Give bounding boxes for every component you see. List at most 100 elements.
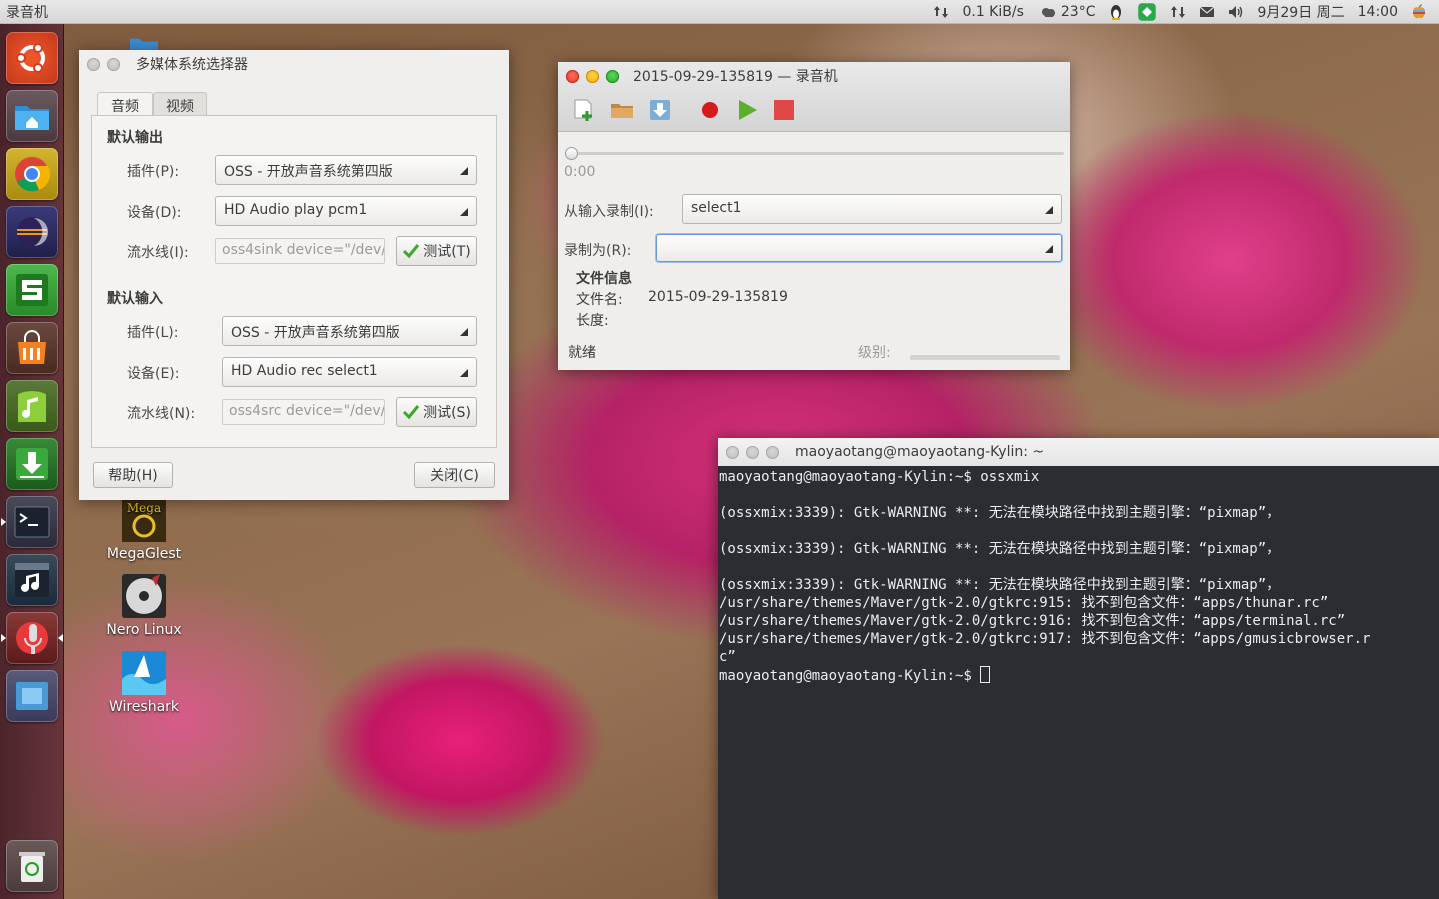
desktop-icon-megaglest[interactable]: Mega MegaGlest (94, 496, 194, 562)
workspace-switcher-icon[interactable] (6, 670, 58, 722)
system-tray: 0.1 KiB/s 23°C 9月29日 周二 14:00 (920, 0, 1439, 24)
window-title: 2015-09-29-135819 — 录音机 (633, 69, 838, 85)
position-slider[interactable] (565, 147, 1064, 160)
desktop-icon-wireshark[interactable]: Wireshark (94, 649, 194, 715)
combo-value: OSS - 开放声音系统第四版 (231, 325, 400, 341)
multimedia-selector-window: 多媒体系统选择器 音频 视频 默认输出 插件(P): OSS - 开放声音系统第… (79, 50, 509, 500)
close-button[interactable]: 关闭(C) (414, 462, 495, 488)
network-activity-icon[interactable] (933, 4, 949, 20)
minimize-icon[interactable] (746, 445, 759, 459)
input-source-label: 从输入录制(I): (564, 204, 654, 220)
dropdown-arrow-icon (460, 369, 468, 377)
desktop-icon-label: Wireshark (108, 699, 180, 715)
desktop-folder-icon[interactable] (94, 36, 194, 50)
test-output-button[interactable]: 测试(T) (396, 236, 477, 266)
date-display[interactable]: 9月29日 周二 (1257, 2, 1344, 22)
maximize-icon[interactable] (606, 69, 619, 83)
button-label: 测试(T) (423, 244, 471, 260)
input-plugin-combo[interactable]: OSS - 开放声音系统第四版 (222, 316, 477, 346)
volume-icon[interactable] (1228, 4, 1244, 20)
titlebar[interactable]: 多媒体系统选择器 (79, 50, 509, 78)
field-value: oss4src device="/dev/ (229, 403, 385, 419)
music-player-icon[interactable] (6, 380, 58, 432)
terminal-window: maoyaotang@maoyaotang-Kylin: ~ maoyaotan… (718, 438, 1439, 899)
microphone-icon[interactable] (6, 612, 58, 664)
level-label: 级别: (858, 345, 891, 361)
chrome-icon[interactable] (6, 148, 58, 200)
tab-label: 视频 (166, 99, 194, 115)
ubuntu-logo-icon[interactable] (6, 32, 58, 84)
titlebar[interactable]: 2015-09-29-135819 — 录音机 (558, 62, 1070, 90)
slider-thumb[interactable] (565, 147, 578, 160)
update-manager-icon[interactable] (1137, 2, 1157, 22)
terminal-line: /usr/share/themes/Maver/gtk-2.0/gtkrc:91… (719, 631, 1371, 647)
check-icon (403, 405, 420, 420)
close-icon[interactable] (87, 57, 100, 71)
software-center-icon[interactable] (6, 322, 58, 374)
maximize-icon[interactable] (766, 445, 779, 459)
button-label: 测试(S) (423, 405, 471, 421)
desktop-icon-label: MegaGlest (106, 546, 182, 562)
tab-video[interactable]: 视频 (153, 92, 207, 116)
input-source-combo[interactable]: select1 (682, 194, 1062, 224)
test-input-button[interactable]: 测试(S) (396, 397, 477, 427)
eclipse-icon[interactable] (6, 206, 58, 258)
output-device-combo[interactable]: HD Audio play pcm1 (215, 196, 477, 226)
unity-launcher (0, 24, 64, 899)
terminal-line: /usr/share/themes/Maver/gtk-2.0/gtkrc:91… (719, 595, 1329, 611)
input-pipeline-label: 流水线(N): (127, 406, 196, 422)
terminal-line: (ossxmix:3339): Gtk-WARNING **: 无法在模块路径中… (719, 541, 1281, 557)
input-pipeline-field[interactable]: oss4src device="/dev/ (222, 399, 385, 425)
terminal-prompt: maoyaotang@maoyaotang-Kylin:~$ (719, 668, 981, 684)
terminal-line: c” (719, 649, 736, 665)
new-file-icon[interactable] (572, 98, 596, 122)
minimize-icon[interactable] (107, 57, 120, 71)
record-as-combo[interactable] (656, 234, 1062, 262)
file-info-heading: 文件信息 (576, 271, 632, 287)
close-icon[interactable] (726, 445, 739, 459)
help-button[interactable]: 帮助(H) (93, 462, 173, 488)
terminal-prompt-line[interactable]: maoyaotang@maoyaotang-Kylin:~$ (718, 666, 1439, 685)
sublime-text-icon[interactable] (6, 264, 58, 316)
check-icon (403, 244, 420, 259)
trash-icon[interactable] (6, 840, 58, 892)
terminal-icon[interactable] (6, 496, 58, 548)
output-plugin-combo[interactable]: OSS - 开放声音系统第四版 (215, 155, 477, 185)
output-pipeline-field[interactable]: oss4sink device="/dev/ (215, 238, 385, 264)
stop-icon[interactable] (772, 98, 796, 122)
desktop-icon-nero-linux[interactable]: Nero Linux (94, 572, 194, 638)
button-label: 关闭(C) (430, 468, 479, 484)
close-icon[interactable] (566, 69, 579, 83)
button-label: 帮助(H) (108, 468, 158, 484)
clock-time[interactable]: 14:00 (1358, 4, 1398, 20)
network-speed[interactable]: 0.1 KiB/s (962, 4, 1023, 20)
combo-value: HD Audio play pcm1 (224, 202, 368, 218)
minimize-icon[interactable] (586, 69, 599, 83)
filename-value: 2015-09-29-135819 (648, 289, 788, 305)
open-folder-icon[interactable] (610, 98, 634, 122)
titlebar[interactable]: maoyaotang@maoyaotang-Kylin: ~ (718, 438, 1439, 466)
transfer-arrows-icon[interactable] (1170, 4, 1186, 20)
apple-session-icon[interactable] (1411, 4, 1427, 20)
input-device-combo[interactable]: HD Audio rec select1 (222, 357, 477, 387)
mail-icon[interactable] (1199, 4, 1215, 20)
terminal-text: maoyaotang@maoyaotang-Kylin:~$ ossxmix (… (718, 466, 1439, 666)
audio-player-icon[interactable] (6, 554, 58, 606)
home-folder-icon[interactable] (6, 90, 58, 142)
dropdown-arrow-icon (460, 208, 468, 216)
terminal-line: maoyaotang@maoyaotang-Kylin:~$ ossxmix (719, 469, 1040, 485)
weather-indicator[interactable]: 23°C (1037, 4, 1095, 20)
focused-indicator (58, 634, 63, 642)
dropdown-arrow-icon (460, 328, 468, 336)
status-text: 就绪 (568, 345, 596, 361)
save-icon[interactable] (648, 98, 672, 122)
terminal-output[interactable]: maoyaotang@maoyaotang-Kylin:~$ ossxmix (… (718, 466, 1439, 685)
output-pipeline-label: 流水线(I): (127, 245, 189, 261)
qq-penguin-icon[interactable] (1108, 4, 1124, 20)
record-icon[interactable] (698, 98, 722, 122)
download-icon[interactable] (6, 438, 58, 490)
play-icon[interactable] (735, 98, 759, 122)
tab-audio[interactable]: 音频 (97, 92, 153, 116)
level-meter (910, 355, 1060, 360)
running-indicator (1, 518, 6, 526)
